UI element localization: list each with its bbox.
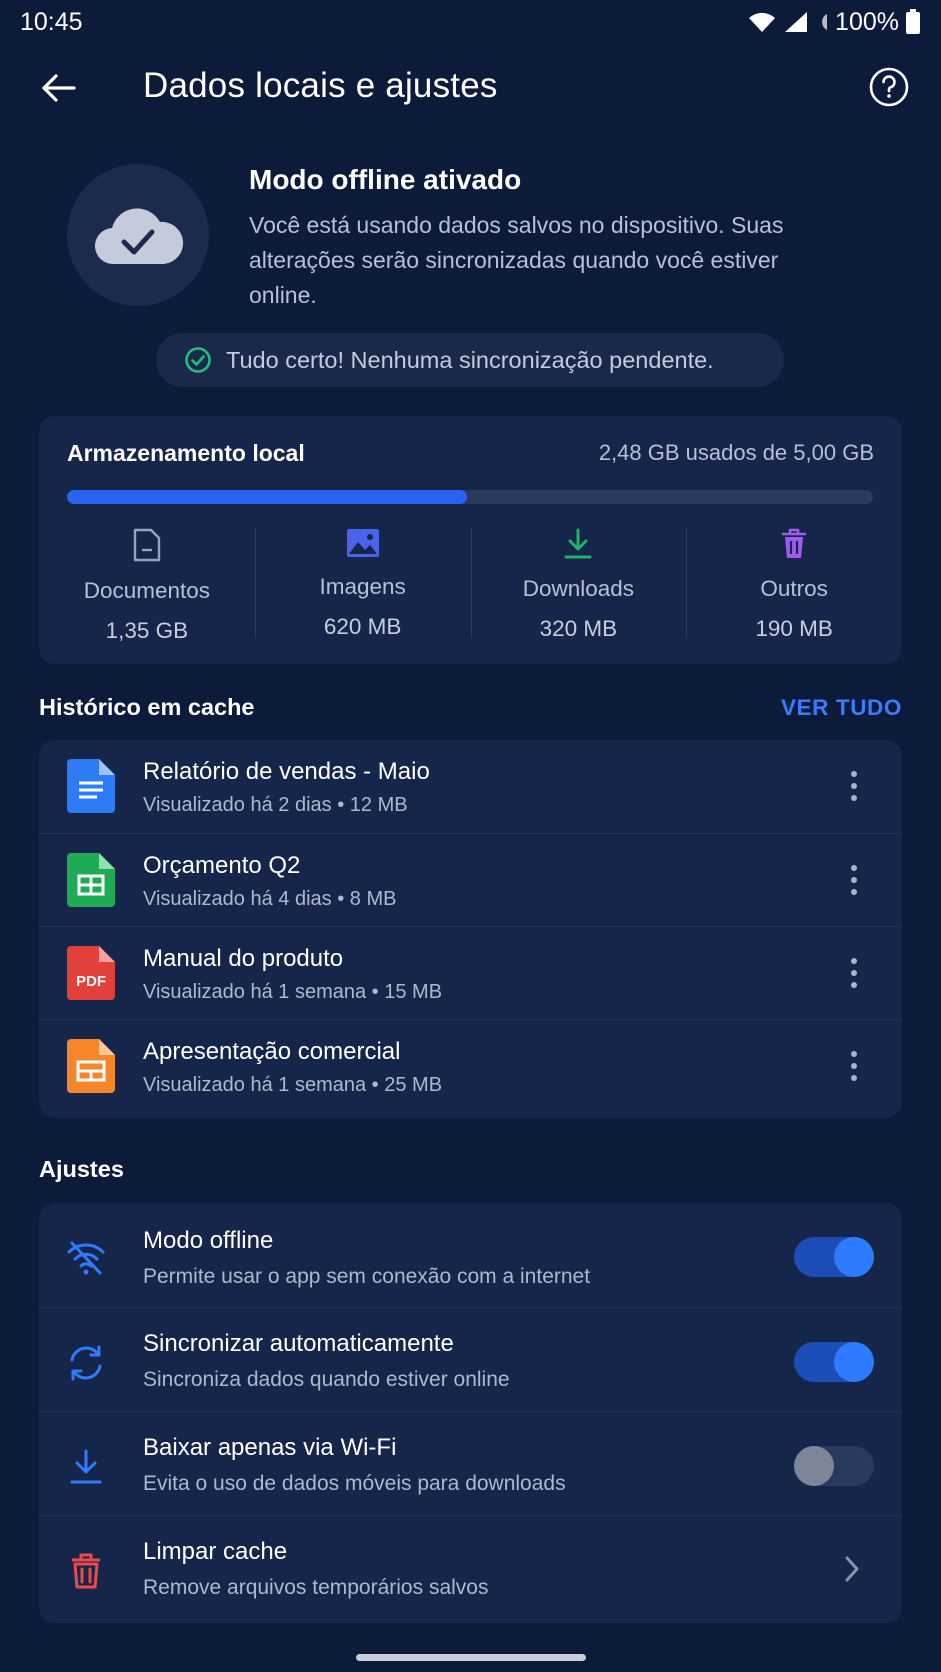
list-item[interactable]: Apresentação comercial Visualizado há 1 … (39, 1019, 902, 1112)
more-options-button[interactable] (842, 860, 866, 900)
storage-category-label: Imagens (319, 574, 406, 599)
storage-categories: Documentos 1,35 GB Imagens 620 MB Downlo… (39, 528, 902, 643)
chevron-right-icon[interactable] (842, 1554, 862, 1584)
sync-status-text: Tudo certo! Nenhuma sincronização penden… (226, 346, 714, 373)
storage-category-documents[interactable]: Documentos 1,35 GB (39, 528, 255, 643)
auto-sync-toggle[interactable] (794, 1342, 874, 1382)
storage-card: Armazenamento local 2,48 GB usados de 5,… (39, 416, 902, 664)
storage-category-value: 620 MB (323, 614, 402, 639)
list-item-title: Orçamento Q2 (143, 852, 301, 879)
download-icon (564, 528, 592, 559)
setting-clear-cache[interactable]: Limpar cache Remove arquivos temporários… (39, 1515, 902, 1619)
wifi-icon (749, 12, 776, 32)
history-title: Histórico em cache (39, 694, 255, 720)
list-item-subtitle: Visualizado há 2 dias • 12 MB (143, 794, 408, 816)
more-options-button[interactable] (842, 1046, 866, 1086)
status-bar: 10:45 100% (0, 0, 941, 44)
more-options-button[interactable] (842, 766, 866, 806)
storage-used-text: 2,48 GB usados de 5,00 GB (598, 440, 874, 465)
page-title: Dados locais e ajustes (143, 66, 498, 105)
trash-icon (72, 1553, 100, 1589)
help-icon (869, 67, 909, 107)
list-item[interactable]: PDF Manual do produto Visualizado há 1 s… (39, 926, 902, 1019)
history-header: Histórico em cache VER TUDO (39, 694, 902, 721)
cloud-check-icon (94, 208, 184, 265)
setting-subtitle: Permite usar o app sem conexão com a int… (143, 1265, 591, 1288)
slides-file-icon (67, 1039, 115, 1093)
setting-auto-sync[interactable]: Sincronizar automaticamente Sincroniza d… (39, 1307, 902, 1411)
list-item-subtitle: Visualizado há 1 semana • 15 MB (143, 981, 443, 1003)
settings-header: Ajustes (39, 1156, 902, 1183)
battery-icon (906, 9, 920, 34)
setting-subtitle: Sincroniza dados quando estiver online (143, 1368, 510, 1391)
image-icon (346, 529, 379, 557)
sheet-file-icon (67, 853, 115, 907)
settings-list: Modo offline Permite usar o app sem cone… (39, 1203, 902, 1623)
list-item-title: Relatório de vendas - Maio (143, 758, 430, 785)
storage-category-images[interactable]: Imagens 620 MB (254, 528, 471, 640)
storage-category-downloads[interactable]: Downloads 320 MB (470, 528, 687, 641)
download-icon (70, 1449, 102, 1484)
sync-icon (70, 1345, 102, 1381)
sync-status-pill: Tudo certo! Nenhuma sincronização penden… (156, 333, 784, 387)
trash-icon (782, 528, 807, 558)
document-icon (133, 528, 161, 562)
setting-subtitle: Evita o uso de dados móveis para downloa… (143, 1472, 566, 1495)
storage-category-value: 320 MB (539, 616, 618, 641)
storage-category-label: Outros (760, 576, 828, 601)
list-item-title: Apresentação comercial (143, 1038, 401, 1065)
list-item-title: Manual do produto (143, 945, 344, 972)
pdf-badge-text: PDF (76, 973, 106, 990)
history-list: Relatório de vendas - Maio Visualizado h… (39, 740, 902, 1118)
home-indicator[interactable] (356, 1654, 586, 1661)
battery-percent: 100% (835, 7, 899, 36)
back-button[interactable] (38, 68, 78, 108)
list-item-subtitle: Visualizado há 4 dias • 8 MB (143, 888, 397, 910)
offline-title: Modo offline ativado (249, 164, 522, 195)
list-item-subtitle: Visualizado há 1 semana • 25 MB (143, 1074, 443, 1096)
storage-category-label: Downloads (522, 576, 635, 601)
status-icons: 100% (747, 8, 921, 37)
settings-title: Ajustes (39, 1156, 124, 1182)
cloud-check-badge (67, 164, 209, 306)
list-item[interactable]: Relatório de vendas - Maio Visualizado h… (39, 740, 902, 833)
pdf-file-icon: PDF (67, 946, 115, 1000)
help-button[interactable] (868, 66, 910, 108)
storage-category-others[interactable]: Outros 190 MB (686, 528, 902, 641)
doc-file-icon (67, 759, 115, 813)
setting-title: Sincronizar automaticamente (143, 1330, 454, 1357)
signal-secondary-icon (822, 14, 828, 30)
app-bar: Dados locais e ajustes (0, 52, 941, 122)
offline-description: Você está usando dados salvos no disposi… (249, 212, 784, 308)
setting-offline-mode[interactable]: Modo offline Permite usar o app sem cone… (39, 1203, 902, 1307)
offline-mode-toggle[interactable] (794, 1237, 874, 1277)
status-time: 10:45 (20, 7, 83, 36)
storage-title: Armazenamento local (67, 440, 305, 466)
signal-icon (785, 12, 808, 32)
storage-category-value: 190 MB (755, 616, 833, 641)
check-circle-icon (185, 347, 211, 373)
arrow-left-icon (42, 74, 76, 102)
storage-category-label: Documentos (83, 578, 211, 603)
setting-subtitle: Remove arquivos temporários salvos (143, 1576, 489, 1599)
storage-category-value: 1,35 GB (105, 618, 189, 643)
storage-progress-bar (67, 490, 873, 504)
setting-title: Limpar cache (143, 1538, 288, 1565)
wifi-off-icon (67, 1241, 105, 1275)
setting-title: Modo offline (143, 1227, 274, 1254)
more-options-button[interactable] (842, 953, 866, 993)
storage-progress-fill (67, 490, 467, 504)
see-all-link[interactable]: VER TUDO (781, 695, 902, 721)
wifi-only-toggle[interactable] (794, 1446, 874, 1486)
offline-hero: Modo offline ativado Você está usando da… (0, 160, 941, 320)
list-item[interactable]: Orçamento Q2 Visualizado há 4 dias • 8 M… (39, 833, 902, 926)
setting-wifi-only-downloads[interactable]: Baixar apenas via Wi-Fi Evita o uso de d… (39, 1411, 902, 1515)
setting-title: Baixar apenas via Wi-Fi (143, 1434, 397, 1461)
